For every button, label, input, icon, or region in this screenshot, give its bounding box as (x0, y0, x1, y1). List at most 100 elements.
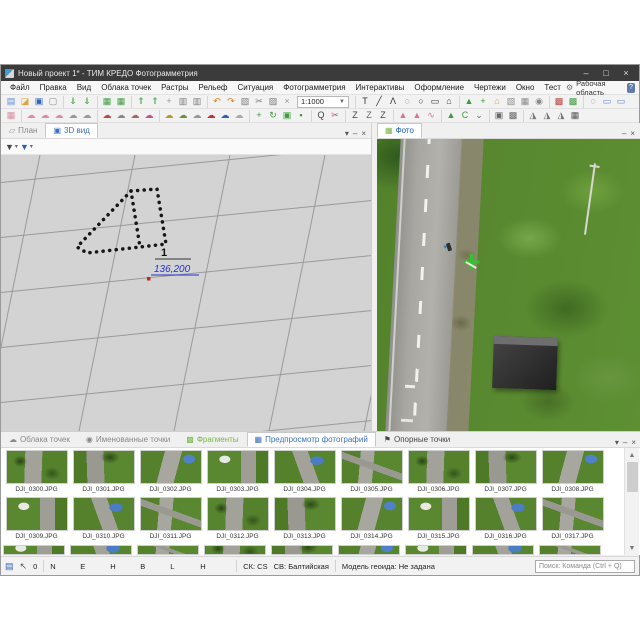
coordinate-system[interactable]: СК: CS (243, 562, 267, 571)
bottom-tab[interactable]: ◉ Именованные точки (78, 432, 178, 447)
cloud-select-icon[interactable]: ☁ (218, 109, 232, 122)
photo-thumbnail[interactable]: DJI_0300.JPG (3, 450, 70, 497)
search-tool-icon[interactable]: Q (314, 109, 328, 122)
menu-item[interactable]: Окно (511, 83, 540, 92)
view-grid-icon[interactable]: ▩ (506, 109, 520, 122)
cloud-classify-icon[interactable]: ☁ (100, 109, 114, 122)
menu-item[interactable]: Фотограмметрия (278, 83, 350, 92)
link-icon[interactable]: ◉ (532, 95, 546, 108)
command-search-input[interactable]: Поиск: Команда (Ctrl + Q) (535, 560, 635, 573)
panel-close-icon[interactable]: × (361, 129, 366, 138)
photo-thumbnail[interactable]: DJI_0310.JPG (70, 497, 137, 544)
photo-thumbnail[interactable]: DJI_0312.JPG (204, 497, 271, 544)
new-file-icon[interactable]: ▤ (4, 95, 18, 108)
rotate-icon[interactable]: ↻ (266, 109, 280, 122)
photo-thumbnail[interactable]: DJI_0302.JPG (137, 450, 204, 497)
cloud-outline-2-icon[interactable]: ☁ (80, 109, 94, 122)
thumbnails-scrollbar[interactable]: ▲ ▼ (624, 448, 639, 555)
menu-item[interactable]: Ситуация (233, 83, 279, 92)
photo-thumbnail[interactable]: DJI_0304.JPG (271, 450, 338, 497)
status-printer-icon[interactable]: ▤ (5, 561, 14, 572)
cloud-filter-icon[interactable]: ☁ (128, 109, 142, 122)
panel-minimize-icon[interactable]: – (623, 438, 627, 447)
import-points-icon[interactable]: ⇓ (66, 95, 80, 108)
photo-thumbnail[interactable]: DJI_0315.JPG (405, 497, 472, 544)
filter-visibility-icon[interactable]: ▼▾ (20, 142, 33, 152)
photo-thumbnail[interactable]: DJI_0301.JPG (70, 450, 137, 497)
photo-thumbnail[interactable]: DJI_0305.JPG (338, 450, 405, 497)
window-2-icon[interactable]: ▭ (614, 95, 628, 108)
lasso-icon[interactable]: ◌ (586, 95, 600, 108)
surface-icon[interactable]: ▲ (462, 95, 476, 108)
box-green-icon[interactable]: ▣ (280, 109, 294, 122)
raster-icon[interactable]: ▧ (504, 95, 518, 108)
arc-icon[interactable]: C (458, 109, 472, 122)
cloud-building-icon[interactable]: ☁ (176, 109, 190, 122)
bottom-tab[interactable]: ☁ Облака точек (1, 432, 78, 447)
cloud-point-icon[interactable]: ☁ (204, 109, 218, 122)
cloud-save-icon[interactable]: ☁ (38, 109, 52, 122)
menu-item[interactable]: Облака точек (96, 83, 156, 92)
slope-2-icon[interactable]: ▲ (410, 109, 424, 122)
add-point-icon[interactable]: + (476, 95, 490, 108)
menu-item[interactable]: Чертежи (469, 83, 511, 92)
z-mean-icon[interactable]: Z (362, 109, 376, 122)
georeference-icon[interactable]: ⌂ (490, 95, 504, 108)
surface-green-icon[interactable]: ▲ (444, 109, 458, 122)
photo-thumbnail[interactable]: DJI_0307.JPG (472, 450, 539, 497)
menu-item[interactable]: Растры (156, 83, 193, 92)
redo-icon[interactable]: ↷ (224, 95, 238, 108)
import-cloud-icon[interactable]: ⇓ (80, 95, 94, 108)
cloud-colorize-icon[interactable]: ☁ (114, 109, 128, 122)
panel-dropdown-icon[interactable]: ▾ (345, 129, 349, 138)
paste-icon[interactable]: ▧ (238, 95, 252, 108)
photo-thumbnail[interactable]: DJI_0316.JPG (472, 497, 539, 544)
undo-icon[interactable]: ↶ (210, 95, 224, 108)
scroll-down-icon[interactable]: ▼ (625, 541, 640, 555)
delete-icon[interactable]: × (280, 95, 294, 108)
rectangle-tool-icon[interactable]: ▭ (428, 95, 442, 108)
open-folder-icon[interactable]: ◪ (18, 95, 32, 108)
view-tab[interactable]: ▱ План (1, 123, 45, 138)
photo-thumbnail[interactable]: DJI_0308.JPG (539, 450, 606, 497)
add-item-icon[interactable]: + (162, 95, 176, 108)
z-min-icon[interactable]: Z (348, 109, 362, 122)
terrain-2-icon[interactable]: ◮ (540, 109, 554, 122)
menu-item[interactable]: Тест (539, 83, 566, 92)
bottom-tab[interactable]: ▦ Предпросмотр фотографий (247, 432, 376, 447)
tab-photo[interactable]: ▦ Фото (377, 123, 422, 138)
circle-tool-icon[interactable]: ○ (414, 95, 428, 108)
clipboard-icon[interactable]: ▢ (46, 95, 60, 108)
copy-icon[interactable]: ▥ (176, 95, 190, 108)
menu-item[interactable]: Файл (5, 83, 35, 92)
photo-thumbnail[interactable]: DJI_0313.JPG (271, 497, 338, 544)
terrain-3-icon[interactable]: ◮ (554, 109, 568, 122)
polyline-tool-icon[interactable]: Λ (386, 95, 400, 108)
export-up-icon[interactable]: ⇑ (134, 95, 148, 108)
panel-minimize-icon[interactable]: – (353, 129, 357, 138)
mask-red-icon[interactable]: ▩ (552, 95, 566, 108)
photo-thumbnail[interactable]: DJI_0311.JPG (137, 497, 204, 544)
scrollbar-thumb[interactable] (627, 462, 638, 492)
table-import-icon[interactable]: ▦ (100, 95, 114, 108)
geoid-model[interactable]: Модель геоида: Не задана (342, 562, 435, 571)
cloud-cut-icon[interactable]: ☁ (142, 109, 156, 122)
cut-icon[interactable]: ✂ (252, 95, 266, 108)
view-box-icon[interactable]: ▣ (492, 109, 506, 122)
photo-thumbnail[interactable]: DJI_0303.JPG (204, 450, 271, 497)
cloud-open-icon[interactable]: ☁ (24, 109, 38, 122)
panel-minimize-icon[interactable]: – (622, 129, 626, 138)
panel-close-icon[interactable]: × (630, 129, 635, 138)
gear-icon[interactable]: ⚙ (566, 83, 573, 92)
z-max-icon[interactable]: Z (376, 109, 390, 122)
view-tab[interactable]: ▣ 3D вид (45, 123, 97, 138)
cloud-import-icon[interactable]: ☁ (52, 109, 66, 122)
table-export-icon[interactable]: ▦ (114, 95, 128, 108)
ellipse-tool-icon[interactable]: ◌ (400, 95, 414, 108)
panel-close-icon[interactable]: × (631, 438, 636, 447)
grid-pink-icon[interactable]: ▦ (4, 109, 18, 122)
filter-3d-icon[interactable]: ▼▾ (5, 142, 18, 152)
photo-thumbnail[interactable]: DJI_0309.JPG (3, 497, 70, 544)
menu-item[interactable]: Интерактивы (351, 83, 410, 92)
workspace-label[interactable]: Рабочая область (576, 79, 624, 97)
